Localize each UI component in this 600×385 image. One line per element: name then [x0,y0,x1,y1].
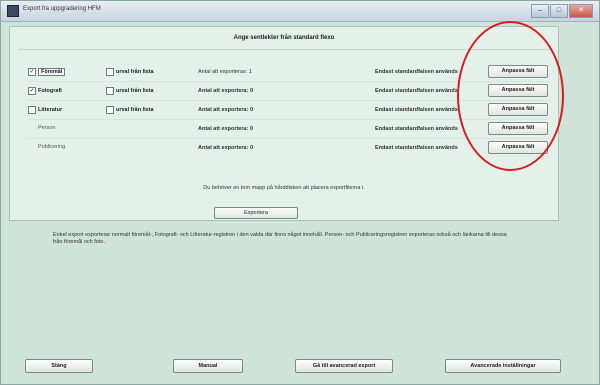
customize-fields-button[interactable]: Anpassa fält [488,122,548,135]
field-status: Endast standardfalsen används [375,69,458,75]
register-label: Litteratur [38,107,63,113]
checkbox-icon [106,106,114,114]
maximize-icon[interactable]: □ [550,4,568,18]
close-icon[interactable]: ✕ [569,4,593,18]
customize-fields-button[interactable]: Anpassa fält [488,141,548,154]
litteratur-checkbox[interactable]: Litteratur [28,106,62,114]
register-label: Fotografi [38,88,62,94]
register-label: Föremål [38,68,66,76]
list-selection-checkbox[interactable]: urval från lista [106,106,154,114]
fotografi-checkbox[interactable]: ✓ Fotografi [28,87,62,95]
register-row-person: Person Antal att exportera: 0 Endast sta… [28,122,550,136]
info-text: Du behöver en tom mapp på hårddisken att… [203,185,365,191]
advanced-settings-button[interactable]: Avancerade inställningar [445,359,561,373]
close-button[interactable]: Stäng [25,359,93,373]
checkbox-icon [28,106,36,114]
export-count: Antal att exportera: 0 [198,88,254,94]
field-status: Endast standardfalsen används [375,88,458,94]
divider [18,49,550,50]
list-selection-label: urval från lista [116,107,154,113]
register-label: Publicering [38,144,66,150]
app-icon [7,5,19,17]
title-bar: Export fra uppgradering HFM – □ ✕ [1,1,599,22]
register-row-fotografi: ✓ Fotografi urval från lista Antal att e… [28,84,550,98]
checkbox-icon [106,87,114,95]
advanced-export-button[interactable]: Gå till avancerad export [295,359,393,373]
checkbox-icon [106,68,114,76]
register-row-publicering: Publicering Antal att exportera: 0 Endas… [28,141,550,155]
divider [28,138,550,139]
export-count: Antal att exporteras: 1 [198,69,252,75]
list-selection-checkbox[interactable]: urval från lista [106,68,154,76]
field-status: Endast standardfalsen används [375,107,458,113]
manual-button[interactable]: Manual [173,359,243,373]
register-label: Person [38,125,56,131]
checkbox-checked-icon: ✓ [28,68,36,76]
field-status: Endast standardfalsen används [375,145,458,151]
register-row-foremal: ✓ Föremål urval från lista Antal att exp… [28,65,550,79]
export-button[interactable]: Exportera [214,207,298,219]
export-count: Antal att exportera: 0 [198,145,254,151]
divider [28,119,550,120]
foremal-checkbox[interactable]: ✓ Föremål [28,68,66,76]
publicering-label-wrap: Publicering [38,144,65,150]
customize-fields-button[interactable]: Anpassa fält [488,65,548,78]
panel-heading: Ange sentlekter från standard flexo [233,35,335,41]
export-panel: Ange sentlekter från standard flexo ✓ Fö… [9,26,559,221]
divider [28,100,550,101]
export-count: Antal att exportera: 0 [198,107,254,113]
window-title: Export fra uppgradering HFM [23,6,101,12]
list-selection-label: urval från lista [116,88,154,94]
description-text: Enkel export exporterar normalt föremål-… [53,232,507,245]
list-selection-checkbox[interactable]: urval från lista [106,87,154,95]
person-label-wrap: Person [38,125,55,131]
window-controls: – □ ✕ [530,4,593,18]
export-count: Antal att exportera: 0 [198,126,254,132]
export-window: Export fra uppgradering HFM – □ ✕ Ange s… [0,0,600,385]
customize-fields-button[interactable]: Anpassa fält [488,103,548,116]
customize-fields-button[interactable]: Anpassa fält [488,84,548,97]
list-selection-label: urval från lista [116,69,154,75]
field-status: Endast standardfalsen används [375,126,458,132]
checkbox-checked-icon: ✓ [28,87,36,95]
divider [28,81,550,82]
register-row-litteratur: Litteratur urval från lista Antal att ex… [28,103,550,117]
minimize-icon[interactable]: – [531,4,549,18]
